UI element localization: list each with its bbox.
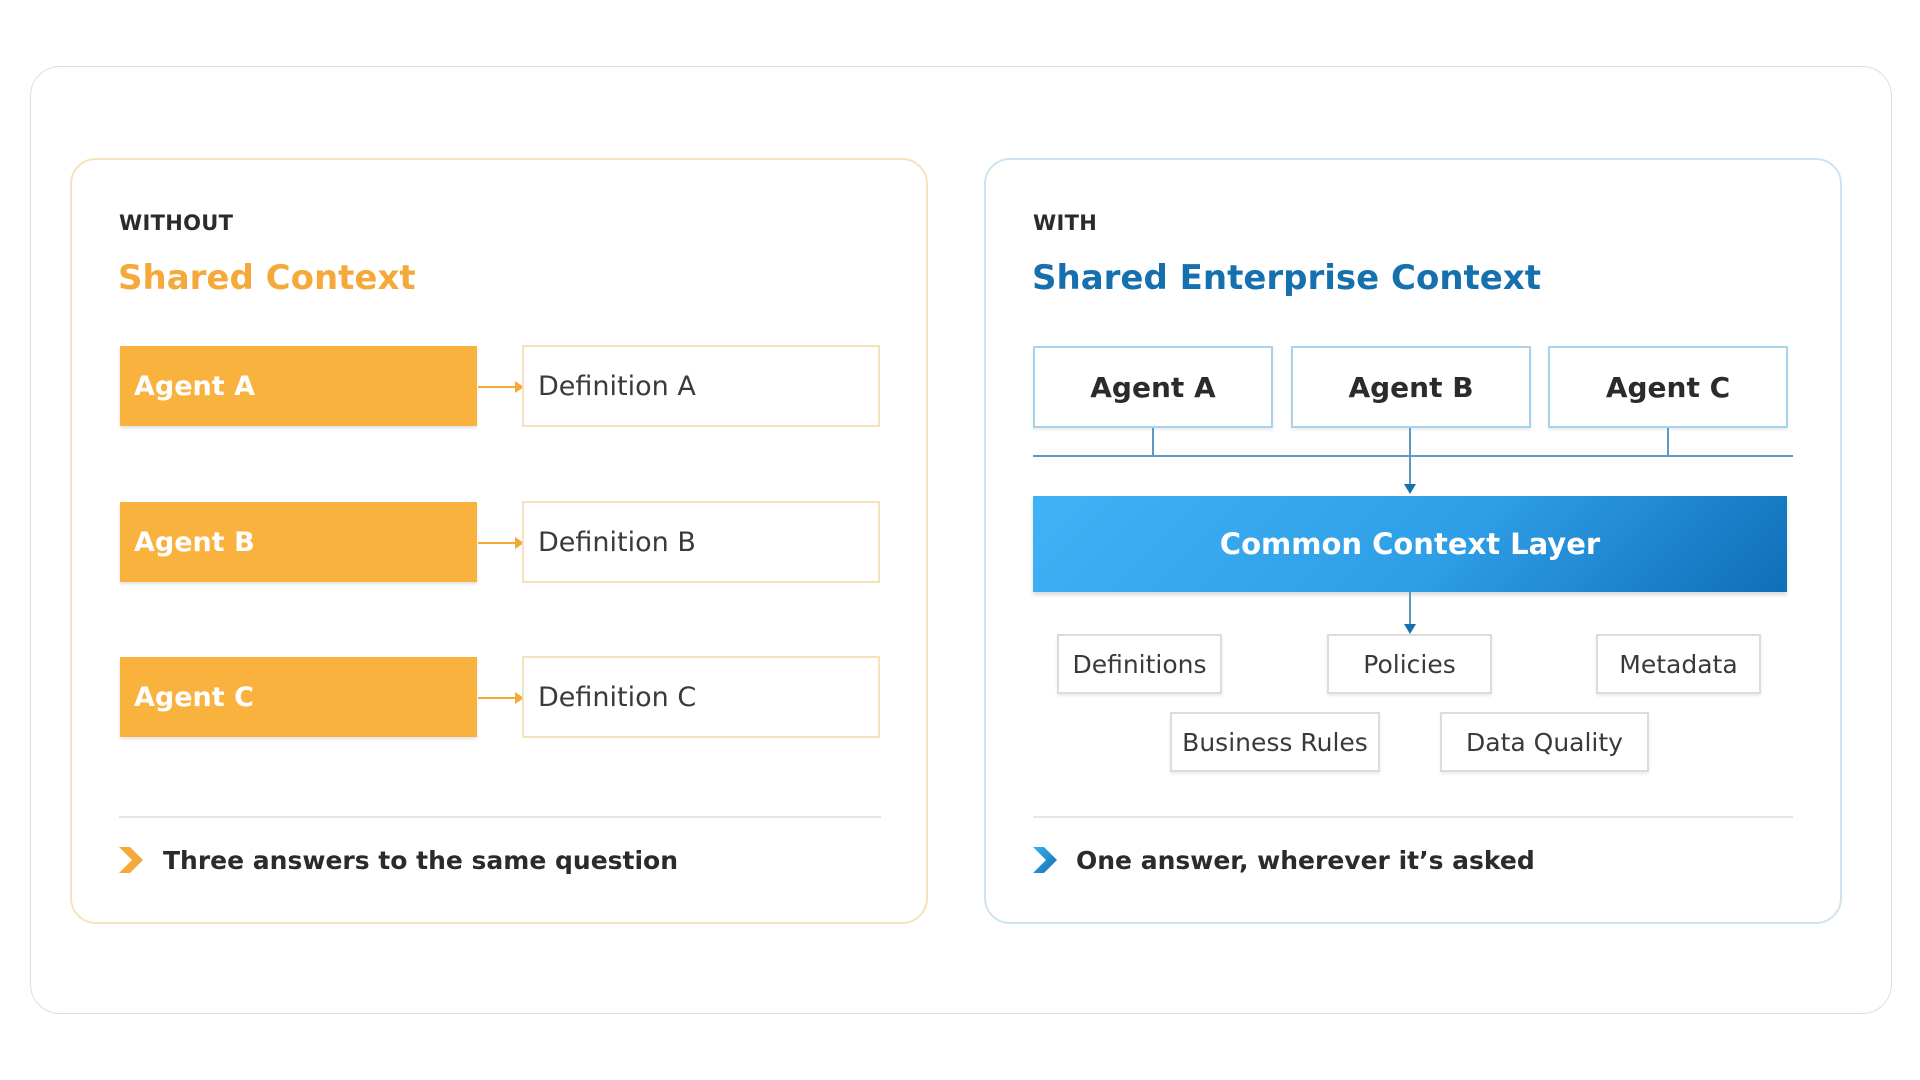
agent-c-box: Agent C [120, 657, 477, 737]
with-agent-a-box: Agent A [1033, 346, 1273, 428]
without-eyebrow: WITHOUT [119, 211, 234, 235]
arrow-right-icon [478, 537, 524, 549]
connector-line [1667, 428, 1669, 456]
with-title: Shared Enterprise Context [1032, 258, 1542, 298]
with-agent-b-box: Agent B [1291, 346, 1531, 428]
common-context-layer: Common Context Layer [1033, 496, 1787, 592]
chip-policies: Policies [1327, 634, 1492, 694]
with-footer: One answer, wherever it’s asked [1076, 846, 1535, 875]
chip-metadata: Metadata [1596, 634, 1761, 694]
arrow-right-icon [478, 692, 524, 704]
agent-a-box: Agent A [120, 346, 477, 426]
connector-line [1409, 428, 1411, 484]
definition-a-box: Definition A [522, 345, 880, 427]
definition-c-box: Definition C [522, 656, 880, 738]
without-footer: Three answers to the same question [163, 846, 679, 875]
with-divider [1033, 816, 1793, 818]
arrow-down-icon [1404, 624, 1416, 634]
chip-definitions: Definitions [1057, 634, 1222, 694]
arrow-right-icon [478, 381, 524, 393]
agent-b-box: Agent B [120, 502, 477, 582]
without-title: Shared Context [118, 258, 416, 298]
chip-business-rules: Business Rules [1170, 712, 1380, 772]
chevron-right-icon [119, 847, 143, 873]
connector-bus [1033, 455, 1793, 457]
chip-data-quality: Data Quality [1440, 712, 1649, 772]
definition-b-box: Definition B [522, 501, 880, 583]
connector-line [1152, 428, 1154, 456]
arrow-down-icon [1404, 484, 1416, 494]
chevron-right-icon [1033, 847, 1057, 873]
with-agent-c-box: Agent C [1548, 346, 1788, 428]
without-divider [119, 816, 881, 818]
with-eyebrow: WITH [1033, 211, 1098, 235]
